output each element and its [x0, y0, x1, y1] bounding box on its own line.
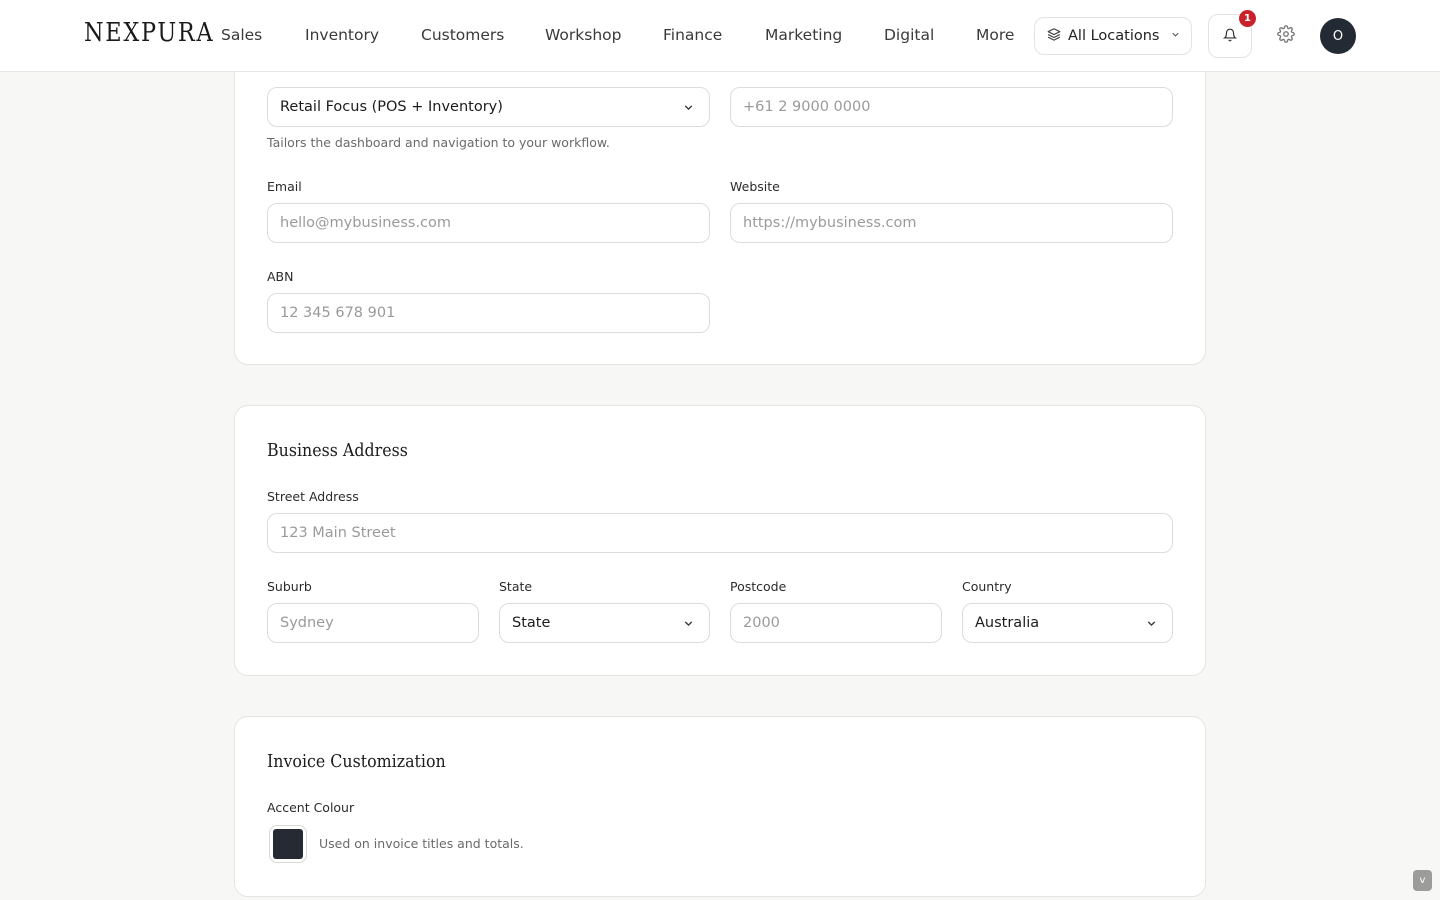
business-focus-help: Tailors the dashboard and navigation to … — [267, 135, 610, 150]
abn-label: ABN — [267, 269, 294, 284]
state-value: State — [512, 615, 551, 631]
chevron-down-icon — [1170, 28, 1181, 44]
street-address-label: Street Address — [267, 489, 359, 504]
accent-colour-label: Accent Colour — [267, 800, 355, 815]
nav-item-more[interactable]: More — [976, 26, 1014, 44]
postcode-label: Postcode — [730, 579, 787, 594]
location-label: All Locations — [1068, 28, 1160, 44]
country-value: Australia — [975, 615, 1040, 631]
nav-item-inventory[interactable]: Inventory — [305, 26, 379, 44]
notification-badge: 1 — [1239, 10, 1256, 27]
website-input[interactable]: https://mybusiness.com — [730, 203, 1173, 243]
nav-item-marketing[interactable]: Marketing — [765, 26, 842, 44]
country-label: Country — [962, 579, 1012, 594]
location-selector[interactable]: All Locations — [1034, 17, 1192, 55]
email-input[interactable]: hello@mybusiness.com — [267, 203, 710, 243]
nav-item-digital[interactable]: Digital — [884, 26, 934, 44]
suburb-label: Suburb — [267, 579, 312, 594]
business-address-card: Business Address Street Address 123 Main… — [234, 405, 1206, 676]
chevron-down-icon — [682, 101, 695, 118]
chevron-down-icon — [1145, 617, 1158, 634]
business-focus-select[interactable]: Retail Focus (POS + Inventory) — [267, 87, 710, 127]
invoice-customization-title: Invoice Customization — [267, 751, 446, 772]
user-avatar[interactable]: O — [1320, 18, 1356, 54]
settings-button[interactable] — [1274, 24, 1298, 48]
suburb-input[interactable]: Sydney — [267, 603, 479, 643]
email-label: Email — [267, 179, 302, 194]
nav-item-sales[interactable]: Sales — [221, 26, 262, 44]
nav-item-customers[interactable]: Customers — [421, 26, 504, 44]
layers-icon — [1047, 27, 1061, 45]
nav-item-finance[interactable]: Finance — [663, 26, 722, 44]
state-select[interactable]: State — [499, 603, 710, 643]
accent-colour-help: Used on invoice titles and totals. — [319, 836, 524, 851]
chevron-down-icon — [682, 617, 695, 634]
postcode-input[interactable]: 2000 — [730, 603, 942, 643]
state-label: State — [499, 579, 533, 594]
street-address-input[interactable]: 123 Main Street — [267, 513, 1173, 553]
invoice-customization-card: Invoice Customization Accent Colour Used… — [234, 716, 1206, 897]
app-logo[interactable]: NEXPURA — [84, 18, 214, 48]
scroll-down-button[interactable]: v — [1413, 870, 1432, 891]
business-focus-value: Retail Focus (POS + Inventory) — [280, 99, 503, 115]
website-label: Website — [730, 179, 780, 194]
top-navigation: NEXPURA Sales Inventory Customers Worksh… — [0, 0, 1440, 72]
business-address-title: Business Address — [267, 440, 408, 461]
gear-icon — [1277, 25, 1295, 47]
accent-colour-swatch — [273, 829, 303, 859]
abn-input[interactable]: 12 345 678 901 — [267, 293, 710, 333]
bell-icon — [1222, 27, 1238, 46]
country-select[interactable]: Australia — [962, 603, 1173, 643]
nav-item-workshop[interactable]: Workshop — [545, 26, 621, 44]
phone-input[interactable]: +61 2 9000 0000 — [730, 87, 1173, 127]
accent-colour-picker[interactable] — [269, 825, 307, 863]
